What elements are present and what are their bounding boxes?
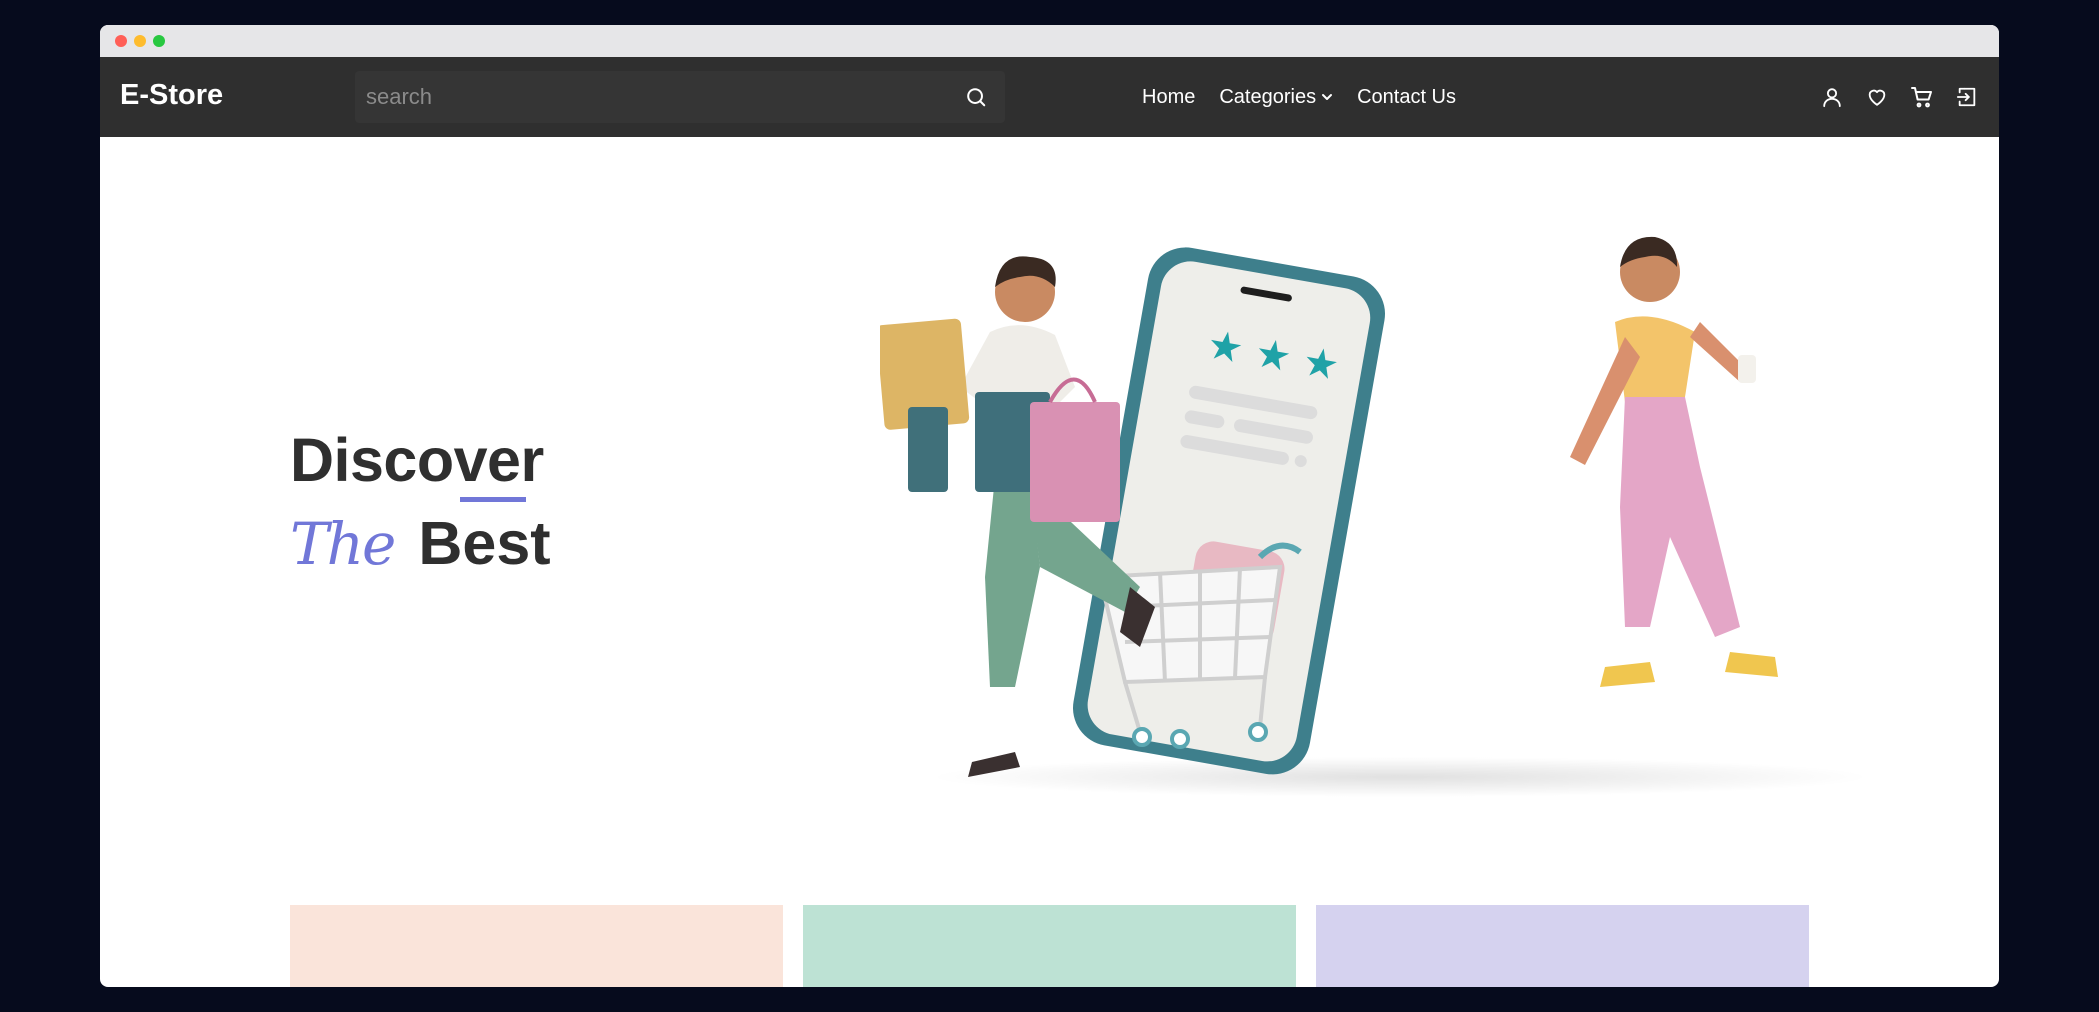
search-icon: [967, 88, 986, 107]
nav-links: Home Categories Contact Us: [1142, 57, 1456, 137]
category-card-peach[interactable]: [290, 905, 783, 987]
nav-categories-label: Categories: [1219, 85, 1317, 108]
hero-line-best: Best: [418, 509, 551, 578]
nav-home-link[interactable]: Home: [1142, 86, 1195, 109]
cart-icon: [1911, 87, 1932, 108]
login-button[interactable]: [1955, 85, 1979, 109]
category-cards-row: [290, 905, 1809, 987]
browser-window: E-Store Home Categories Contact Us: [100, 25, 1999, 987]
hero-line-discover: Discover: [290, 426, 544, 494]
chevron-down-icon: [1322, 94, 1333, 100]
hero-line-two: The Best: [290, 508, 551, 578]
wishlist-button[interactable]: [1865, 85, 1889, 109]
nav-categories-dropdown[interactable]: Categories: [1219, 86, 1333, 109]
nav-action-icons: [1820, 57, 1979, 137]
user-icon: [1823, 88, 1841, 108]
nav-contact-label: Contact Us: [1357, 85, 1457, 108]
cart-button[interactable]: [1910, 85, 1934, 109]
brand-logo[interactable]: E-Store: [120, 79, 223, 112]
hero-section: Discover The Best ★ ★ ★: [100, 137, 1999, 987]
heart-icon: [1868, 89, 1886, 106]
window-titlebar: [100, 25, 1999, 57]
category-card-lavender[interactable]: [1316, 905, 1809, 987]
nav-home-label: Home: [1142, 85, 1196, 108]
nav-contact-link[interactable]: Contact Us: [1357, 86, 1456, 109]
close-window-dot[interactable]: [115, 35, 127, 47]
headline-underline-accent: [460, 497, 526, 502]
hero-headline: Discover The Best: [290, 426, 551, 578]
navbar: E-Store Home Categories Contact Us: [100, 57, 1999, 137]
category-card-mint[interactable]: [803, 905, 1296, 987]
hero-script-word: The: [290, 510, 396, 579]
search-input[interactable]: [355, 71, 947, 123]
shoppers-illustration: ★ ★ ★: [880, 236, 1870, 797]
account-button[interactable]: [1820, 85, 1844, 109]
woman-shopper-figure: [1570, 236, 1778, 687]
minimize-window-dot[interactable]: [134, 35, 146, 47]
login-icon: [1956, 87, 1976, 107]
maximize-window-dot[interactable]: [153, 35, 165, 47]
search-button[interactable]: [947, 71, 1005, 123]
ground-shadow: [930, 757, 1870, 797]
search-bar: [355, 71, 1005, 123]
